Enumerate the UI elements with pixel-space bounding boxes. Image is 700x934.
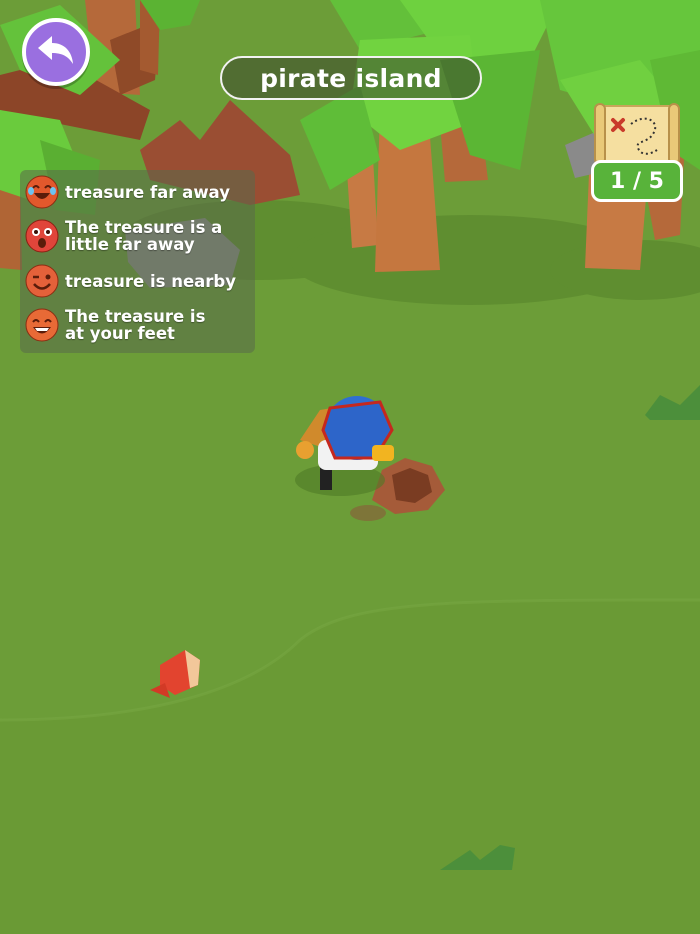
crying-laughing-face-icon [25,175,59,209]
legend-item-label-line2: little far away [65,235,195,254]
winking-face-icon [25,264,59,298]
legend-item-nearby: treasure is nearby [25,264,236,298]
surprised-face-icon [25,219,59,253]
legend-item-far: treasure far away [25,175,230,209]
treasure-map-progress[interactable]: 1 / 5 [591,100,683,204]
back-button[interactable] [22,18,90,86]
legend-item-label: The treasure is [65,307,206,326]
legend-item-at-feet: The treasure is at your feet [25,308,205,342]
legend-item-label-line2: at your feet [65,324,175,343]
treasure-distance-legend: treasure far away The treasure is a litt… [20,170,255,353]
back-arrow-icon [36,32,76,72]
legend-item-little-far: The treasure is a little far away [25,219,222,253]
legend-item-label: treasure far away [65,182,230,202]
legend-item-label: The treasure is a [65,218,223,237]
level-title-pill: pirate island [220,56,482,100]
grinning-face-icon [25,308,59,342]
legend-item-label: treasure is nearby [65,271,236,291]
level-title: pirate island [260,63,442,93]
map-counter: 1 / 5 [591,160,683,202]
